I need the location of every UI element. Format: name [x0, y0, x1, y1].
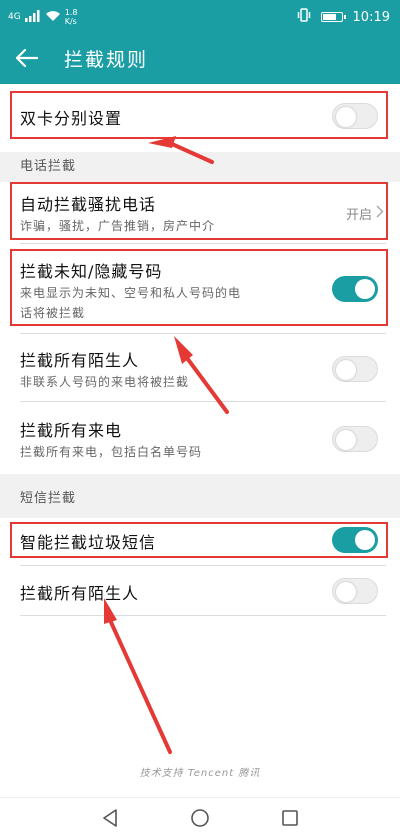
page-title: 拦截规则 [64, 49, 149, 71]
calls-section-header: 电话拦截 [0, 152, 400, 182]
nav-back-icon[interactable] [98, 806, 122, 830]
sms-strangers-toggle[interactable] [332, 578, 378, 604]
sms-section-header: 短信拦截 [0, 474, 400, 518]
all-calls-title: 拦截所有来电 [20, 421, 123, 440]
speed-unit: K/s [64, 17, 77, 26]
unknown-number-subtitle-1: 来电显示为未知、空号和私人号码的电 [20, 286, 242, 300]
strangers-toggle[interactable] [332, 356, 378, 382]
all-calls-row[interactable]: 拦截所有来电 拦截所有来电，包括白名单号码 [0, 402, 400, 474]
annotation-arrow [104, 598, 172, 754]
sms-section-label: 短信拦截 [20, 491, 77, 506]
toggle-knob [336, 107, 356, 127]
sms-strangers-title: 拦截所有陌生人 [20, 584, 140, 603]
back-arrow-icon[interactable] [14, 45, 40, 71]
divider [20, 615, 386, 616]
dual-sim-title: 双卡分别设置 [20, 109, 123, 128]
auto-intercept-subtitle: 诈骗，骚扰，广告推销，房产中介 [20, 219, 216, 233]
toggle-knob [336, 360, 356, 380]
status-bar: 4G 1.8 K/s 10:19 [0, 0, 400, 33]
strangers-row[interactable]: 拦截所有陌生人 非联系人号码的来电将被拦截 [0, 334, 400, 402]
toggle-knob [355, 530, 375, 550]
clock: 10:19 [352, 9, 390, 25]
unknown-number-row[interactable]: 拦截未知/隐藏号码 来电显示为未知、空号和私人号码的电 话将被拦截 [0, 244, 400, 334]
auto-intercept-row[interactable]: 自动拦截骚扰电话 诈骗，骚扰，广告推销，房产中介 开启 [0, 182, 400, 244]
strangers-title: 拦截所有陌生人 [20, 351, 140, 370]
vibrate-icon [297, 8, 311, 26]
app-bar: 拦截规则 [0, 33, 400, 84]
network-label: 4G [8, 12, 21, 22]
footer-credit: 技术支持 Tencent 腾讯 [139, 768, 261, 779]
navigation-bar [0, 797, 400, 837]
toggle-knob [355, 279, 375, 299]
dual-sim-row[interactable]: 双卡分别设置 [0, 84, 400, 152]
network-speed: 1.8 K/s [65, 8, 78, 26]
speed-value: 1.8 [64, 8, 78, 17]
auto-intercept-value-wrap: 开启 [346, 204, 384, 223]
unknown-number-toggle[interactable] [332, 276, 378, 302]
all-calls-subtitle: 拦截所有来电，包括白名单号码 [20, 445, 203, 459]
calls-section-label: 电话拦截 [20, 159, 77, 174]
smart-sms-toggle[interactable] [332, 527, 378, 553]
sms-strangers-row[interactable]: 拦截所有陌生人 [0, 566, 400, 616]
nav-home-icon[interactable] [188, 806, 212, 830]
auto-intercept-title: 自动拦截骚扰电话 [20, 195, 157, 214]
signal-icon [24, 9, 41, 25]
dual-sim-toggle[interactable] [332, 103, 378, 129]
all-calls-toggle[interactable] [332, 426, 378, 452]
auto-intercept-value: 开启 [345, 208, 372, 223]
strangers-subtitle: 非联系人号码的来电将被拦截 [20, 375, 190, 389]
toggle-knob [336, 582, 356, 602]
unknown-number-title: 拦截未知/隐藏号码 [20, 262, 163, 281]
unknown-number-subtitle-2: 话将被拦截 [20, 306, 86, 320]
chevron-right-icon [376, 205, 384, 222]
nav-recents-icon[interactable] [278, 806, 302, 830]
toggle-knob [336, 430, 356, 450]
smart-sms-title: 智能拦截垃圾短信 [20, 533, 157, 552]
smart-sms-row[interactable]: 智能拦截垃圾短信 [0, 518, 400, 566]
wifi-icon [45, 10, 61, 25]
battery-icon [320, 12, 346, 22]
